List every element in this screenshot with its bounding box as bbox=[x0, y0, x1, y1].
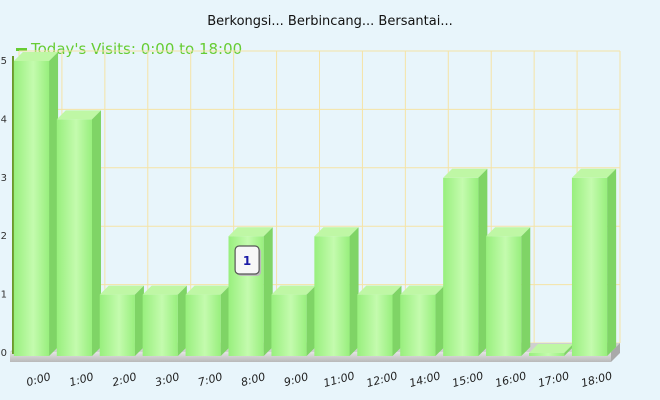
x-tick-label: 2:00 bbox=[111, 370, 138, 389]
bar-side bbox=[435, 285, 445, 356]
x-tick-label: 11:00 bbox=[322, 369, 356, 390]
x-tick-label: 9:00 bbox=[283, 370, 310, 389]
bar-side bbox=[478, 168, 488, 356]
bar-side bbox=[134, 285, 144, 356]
x-tick-label: 7:00 bbox=[197, 370, 224, 389]
y-tick-label: 5 bbox=[1, 56, 7, 67]
x-tick-label: 15:00 bbox=[451, 369, 485, 390]
y-tick-label: 1 bbox=[1, 290, 7, 301]
bar-side bbox=[607, 168, 617, 356]
chart-stage: Berkongsi... Berbincang... Bersantai... … bbox=[0, 0, 660, 400]
x-tick-label: 18:00 bbox=[580, 369, 614, 390]
x-tick-label: 12:00 bbox=[365, 369, 399, 390]
bar[interactable] bbox=[400, 294, 436, 356]
bar-side bbox=[349, 227, 359, 356]
bar[interactable] bbox=[529, 353, 565, 356]
x-tick-label: 0:00 bbox=[25, 370, 52, 389]
bar[interactable] bbox=[142, 294, 178, 356]
x-tick-label: 8:00 bbox=[240, 370, 267, 389]
y-tick-label: 3 bbox=[1, 173, 7, 184]
bar[interactable] bbox=[13, 61, 50, 356]
bar[interactable] bbox=[486, 236, 522, 356]
tooltip-label: 1 bbox=[243, 254, 251, 268]
bar[interactable] bbox=[357, 294, 393, 356]
y-tick-label: 0 bbox=[1, 348, 7, 359]
bar[interactable] bbox=[571, 177, 608, 356]
bar[interactable] bbox=[99, 294, 135, 356]
bar-side bbox=[263, 227, 273, 356]
x-tick-label: 14:00 bbox=[408, 369, 442, 390]
bar-side bbox=[220, 285, 230, 356]
bar-side bbox=[177, 285, 187, 356]
bar[interactable] bbox=[185, 294, 221, 356]
bar-side bbox=[49, 52, 59, 356]
x-tick-label: 1:00 bbox=[68, 370, 95, 389]
y-tick-label: 2 bbox=[1, 231, 7, 242]
bar-side bbox=[521, 227, 531, 356]
bar-side bbox=[392, 285, 402, 356]
bar-chart: 0 1 2 3 4 5 0:00 1:00 2:00 3:00 7:00 8:00 9:00 11:00 1… bbox=[1, 50, 621, 390]
x-tick-label: 16:00 bbox=[494, 369, 528, 390]
bar[interactable] bbox=[271, 294, 307, 356]
bar-side bbox=[91, 110, 101, 357]
bar[interactable] bbox=[314, 236, 350, 356]
x-tick-label: 3:00 bbox=[154, 370, 181, 389]
y-tick-label: 4 bbox=[1, 114, 7, 125]
x-tick-label: 17:00 bbox=[537, 369, 571, 390]
bar[interactable] bbox=[443, 177, 479, 356]
bar-side bbox=[306, 285, 316, 356]
bar[interactable] bbox=[56, 119, 92, 357]
